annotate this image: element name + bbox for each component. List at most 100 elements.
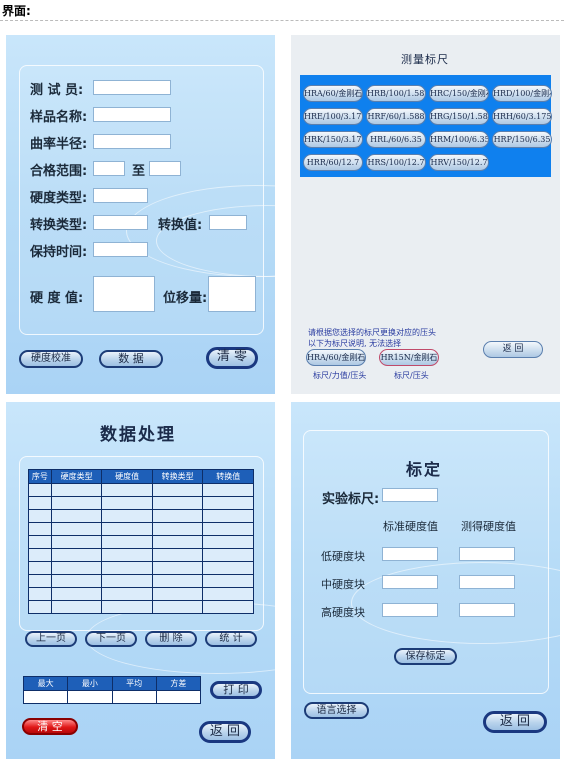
main-panel: 测 试 员: 样品名称: 曲率半径: 合格范围: 至 硬度类型: 转换类型: 转… (6, 35, 275, 394)
measured-hardness-input[interactable] (459, 547, 515, 561)
hardness-value-label: 硬 度 值: (30, 291, 84, 306)
data-table: 序号 硬度类型 硬度值 转换类型 转换值 (28, 469, 254, 614)
table-cell (50, 509, 103, 523)
table-cell (28, 496, 52, 510)
scale-button[interactable]: HRB/100/1.588 (366, 85, 426, 102)
back-button[interactable]: 返 回 (199, 721, 251, 743)
scale-button[interactable]: HRS/100/12.7 (366, 154, 426, 171)
table-row[interactable] (28, 483, 254, 497)
back-button[interactable]: 返 回 (483, 711, 547, 733)
standard-hardness-input[interactable] (382, 603, 438, 617)
save-calibration-button[interactable]: 保存标定 (394, 648, 457, 665)
table-header-row: 序号 硬度类型 硬度值 转换类型 转换值 (28, 469, 254, 484)
range-min-input[interactable] (93, 161, 125, 176)
data-button[interactable]: 数 据 (99, 350, 163, 368)
tester-label: 测 试 员: (30, 83, 84, 98)
scale-button[interactable]: HRV/150/12.7 (429, 154, 489, 171)
section-header: 界面: (2, 4, 31, 18)
curvature-input[interactable] (93, 134, 171, 149)
hold-time-input[interactable] (93, 242, 148, 257)
measured-hardness-input[interactable] (459, 603, 515, 617)
table-cell (151, 483, 204, 497)
table-cell (202, 548, 254, 562)
hint-line2: 以下为标尺说明, 无法选择 (308, 339, 402, 348)
table-cell (151, 561, 204, 575)
tester-input[interactable] (93, 80, 171, 95)
scale-button[interactable]: HRH/60/3.175 (492, 108, 552, 125)
stats-cell (22, 690, 69, 704)
sample-name-input[interactable] (93, 107, 171, 122)
calibration-row-label: 高硬度块 (321, 606, 365, 619)
table-cell (151, 587, 204, 601)
clear-zero-button[interactable]: 清 零 (206, 347, 258, 369)
scale-button[interactable]: HRP/150/6.35 (492, 131, 552, 148)
table-row[interactable] (28, 561, 254, 575)
table-cell (202, 587, 254, 601)
range-max-input[interactable] (149, 161, 181, 176)
language-button[interactable]: 语言选择 (304, 702, 369, 719)
standard-hardness-input[interactable] (382, 575, 438, 589)
stats-table: 最大 最小 平均 方差 (22, 676, 202, 704)
calibration-row-label: 低硬度块 (321, 550, 365, 563)
print-button[interactable]: 打 印 (210, 681, 262, 699)
range-to-label: 至 (132, 164, 146, 179)
table-cell (28, 600, 52, 614)
table-row[interactable] (28, 600, 254, 614)
prev-page-button[interactable]: 上一页 (25, 631, 77, 647)
table-row[interactable] (28, 587, 254, 601)
back-button[interactable]: 返 回 (483, 341, 543, 358)
scale-button[interactable]: HRC/150/金刚石 (429, 85, 489, 102)
scale-button[interactable]: HRR/60/12.7 (303, 154, 363, 171)
hardness-type-input[interactable] (93, 188, 148, 203)
table-cell (151, 509, 204, 523)
table-row[interactable] (28, 535, 254, 549)
delete-button[interactable]: 删 除 (145, 631, 197, 647)
scale-button[interactable]: HRA/60/金刚石 (303, 85, 363, 102)
scale-button[interactable]: HRL/60/6.35 (366, 131, 426, 148)
table-column-header: 硬度类型 (50, 469, 103, 484)
clear-all-button[interactable]: 清 空 (22, 718, 78, 735)
table-row[interactable] (28, 509, 254, 523)
scale-button[interactable]: HRD/100/金刚石 (492, 85, 552, 102)
table-cell (50, 561, 103, 575)
table-row[interactable] (28, 548, 254, 562)
scale-title: 测量标尺 (401, 53, 449, 66)
exp-scale-input[interactable] (382, 488, 438, 502)
scale-button[interactable]: HRF/60/1.588 (366, 108, 426, 125)
stats-cell (111, 690, 157, 704)
table-cell (28, 509, 52, 523)
calibration-row-label: 中硬度块 (321, 578, 365, 591)
table-cell (28, 483, 52, 497)
scale-button[interactable]: HRM/100/6.35 (429, 131, 489, 148)
calibration-title: 标定 (406, 460, 443, 479)
scale-button[interactable]: HRE/100/3.175 (303, 108, 363, 125)
table-cell (101, 561, 153, 575)
table-row[interactable] (28, 574, 254, 588)
scale-button[interactable]: HRG/150/1.588 (429, 108, 489, 125)
table-column-header: 硬度值 (101, 469, 153, 484)
calibrate-button[interactable]: 硬度校准 (19, 350, 83, 368)
table-cell (101, 587, 153, 601)
convert-type-input[interactable] (93, 215, 148, 230)
next-page-button[interactable]: 下一页 (85, 631, 137, 647)
range-label: 合格范围: (30, 164, 88, 179)
data-title: 数据处理 (100, 425, 176, 445)
table-cell (151, 600, 204, 614)
table-cell (101, 600, 153, 614)
table-row[interactable] (28, 496, 254, 510)
table-cell (28, 561, 52, 575)
table-cell (28, 587, 52, 601)
stats-button[interactable]: 统 计 (205, 631, 257, 647)
scale-button[interactable]: HRK/150/3.175 (303, 131, 363, 148)
convert-value-input[interactable] (209, 215, 247, 230)
stats-value-row (22, 690, 202, 704)
measured-hardness-input[interactable] (459, 575, 515, 589)
selected-scale-button[interactable]: HRA/60/金刚石 (306, 349, 366, 366)
table-row[interactable] (28, 522, 254, 536)
table-cell (50, 483, 103, 497)
selected-indenter-button[interactable]: HR15N/金刚石 (379, 349, 439, 366)
divider (0, 20, 564, 21)
scale-panel: 测量标尺 HRA/60/金刚石 HRB/100/1.588 HRC/150/金刚石 H… (291, 35, 560, 394)
stats-header-row: 最大 最小 平均 方差 (22, 676, 202, 691)
standard-hardness-input[interactable] (382, 547, 438, 561)
